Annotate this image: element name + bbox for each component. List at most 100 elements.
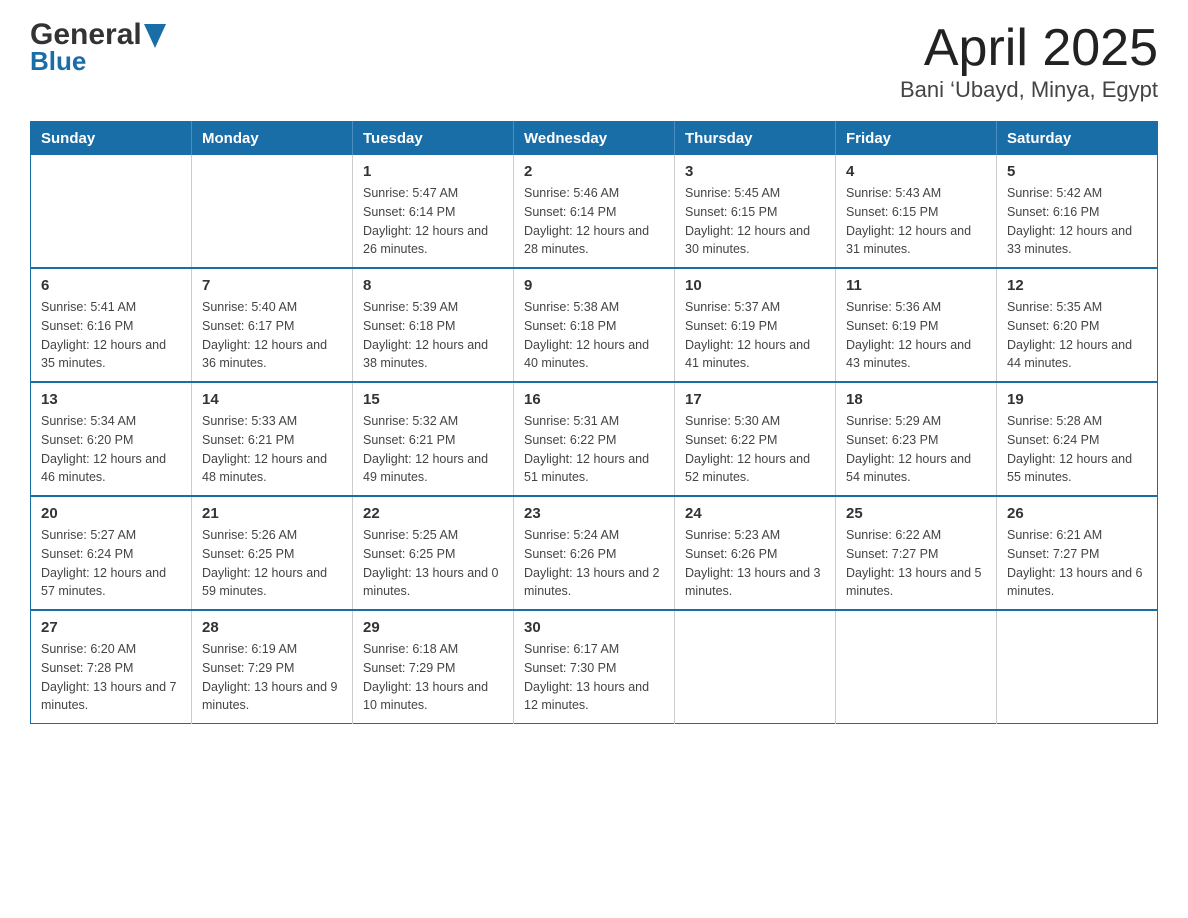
day-info: Sunrise: 5:26 AMSunset: 6:25 PMDaylight:… [202,526,342,601]
day-info: Sunrise: 5:35 AMSunset: 6:20 PMDaylight:… [1007,298,1147,373]
day-number: 26 [1007,505,1147,522]
day-info: Sunrise: 5:37 AMSunset: 6:19 PMDaylight:… [685,298,825,373]
calendar-day-cell: 16 Sunrise: 5:31 AMSunset: 6:22 PMDayligh… [514,382,675,496]
day-info: Sunrise: 5:30 AMSunset: 6:22 PMDaylight:… [685,412,825,487]
calendar-day-cell: 14Sunrise: 5:33 AMSunset: 6:21 PMDayligh… [192,382,353,496]
day-info: Sunrise: 5:34 AMSunset: 6:20 PMDaylight:… [41,412,181,487]
logo-blue-text: Blue [30,46,86,77]
day-info: Sunrise: 5:46 AMSunset: 6:14 PMDaylight:… [524,184,664,259]
calendar-day-cell: 22Sunrise: 5:25 AMSunset: 6:25 PMDayligh… [353,496,514,610]
day-info: Sunrise: 5:24 AMSunset: 6:26 PMDaylight:… [524,526,664,601]
calendar-day-cell [192,155,353,268]
calendar-table: SundayMondayTuesdayWednesdayThursdayFrid… [30,121,1158,724]
calendar-day-cell: 28 Sunrise: 6:19 AMSunset: 7:29 PMDayligh… [192,610,353,724]
day-of-week-header: Saturday [997,122,1158,156]
calendar-day-cell: 24 Sunrise: 5:23 AMSunset: 6:26 PMDayligh… [675,496,836,610]
calendar-week-row: 1Sunrise: 5:47 AMSunset: 6:14 PMDaylight… [31,155,1158,268]
day-number: 6 [41,277,181,294]
day-number: 4 [846,163,986,180]
calendar-day-cell: 9Sunrise: 5:38 AMSunset: 6:18 PMDaylight… [514,268,675,382]
calendar-day-cell: 25Sunrise: 6:22 AMSunset: 7:27 PMDayligh… [836,496,997,610]
day-info: Sunrise: 5:33 AMSunset: 6:21 PMDaylight:… [202,412,342,487]
page-header: General Blue April 2025 Bani ‘Ubayd, Min… [30,20,1158,103]
day-number: 16 [524,391,664,408]
days-of-week-row: SundayMondayTuesdayWednesdayThursdayFrid… [31,122,1158,156]
day-number: 30 [524,619,664,636]
calendar-week-row: 13 Sunrise: 5:34 AMSunset: 6:20 PMDayligh… [31,382,1158,496]
day-info: Sunrise: 5:41 AMSunset: 6:16 PMDaylight:… [41,298,181,373]
day-number: 18 [846,391,986,408]
calendar-day-cell: 26 Sunrise: 6:21 AMSunset: 7:27 PMDayligh… [997,496,1158,610]
calendar-day-cell: 17 Sunrise: 5:30 AMSunset: 6:22 PMDayligh… [675,382,836,496]
calendar-week-row: 6 Sunrise: 5:41 AMSunset: 6:16 PMDaylight… [31,268,1158,382]
calendar-day-cell: 18Sunrise: 5:29 AMSunset: 6:23 PMDayligh… [836,382,997,496]
day-info: Sunrise: 5:39 AMSunset: 6:18 PMDaylight:… [363,298,503,373]
day-number: 23 [524,505,664,522]
day-number: 7 [202,277,342,294]
calendar-day-cell: 21 Sunrise: 5:26 AMSunset: 6:25 PMDayligh… [192,496,353,610]
calendar-week-row: 20Sunrise: 5:27 AMSunset: 6:24 PMDayligh… [31,496,1158,610]
day-info: Sunrise: 5:43 AMSunset: 6:15 PMDaylight:… [846,184,986,259]
calendar-day-cell: 29 Sunrise: 6:18 AMSunset: 7:29 PMDayligh… [353,610,514,724]
calendar-day-cell: 15 Sunrise: 5:32 AMSunset: 6:21 PMDayligh… [353,382,514,496]
day-info: Sunrise: 5:36 AMSunset: 6:19 PMDaylight:… [846,298,986,373]
calendar-day-cell: 12 Sunrise: 5:35 AMSunset: 6:20 PMDayligh… [997,268,1158,382]
day-info: Sunrise: 5:47 AMSunset: 6:14 PMDaylight:… [363,184,503,259]
calendar-body: 1Sunrise: 5:47 AMSunset: 6:14 PMDaylight… [31,155,1158,724]
day-number: 27 [41,619,181,636]
day-number: 20 [41,505,181,522]
day-number: 24 [685,505,825,522]
day-info: Sunrise: 5:45 AMSunset: 6:15 PMDaylight:… [685,184,825,259]
day-number: 28 [202,619,342,636]
day-info: Sunrise: 5:23 AMSunset: 6:26 PMDaylight:… [685,526,825,601]
day-info: Sunrise: 5:38 AMSunset: 6:18 PMDaylight:… [524,298,664,373]
title-block: April 2025 Bani ‘Ubayd, Minya, Egypt [900,20,1158,103]
day-info: Sunrise: 5:31 AMSunset: 6:22 PMDaylight:… [524,412,664,487]
calendar-day-cell: 3 Sunrise: 5:45 AMSunset: 6:15 PMDaylight… [675,155,836,268]
day-number: 2 [524,163,664,180]
day-info: Sunrise: 6:21 AMSunset: 7:27 PMDaylight:… [1007,526,1147,601]
day-number: 11 [846,277,986,294]
calendar-day-cell: 2 Sunrise: 5:46 AMSunset: 6:14 PMDaylight… [514,155,675,268]
calendar-day-cell [836,610,997,724]
calendar-day-cell [997,610,1158,724]
calendar-title: April 2025 [900,20,1158,77]
day-of-week-header: Monday [192,122,353,156]
day-info: Sunrise: 6:17 AMSunset: 7:30 PMDaylight:… [524,640,664,715]
day-number: 21 [202,505,342,522]
calendar-day-cell: 13 Sunrise: 5:34 AMSunset: 6:20 PMDayligh… [31,382,192,496]
calendar-header: SundayMondayTuesdayWednesdayThursdayFrid… [31,122,1158,156]
day-info: Sunrise: 5:28 AMSunset: 6:24 PMDaylight:… [1007,412,1147,487]
day-number: 13 [41,391,181,408]
day-of-week-header: Thursday [675,122,836,156]
day-info: Sunrise: 6:18 AMSunset: 7:29 PMDaylight:… [363,640,503,715]
calendar-day-cell: 10 Sunrise: 5:37 AMSunset: 6:19 PMDayligh… [675,268,836,382]
day-number: 17 [685,391,825,408]
day-info: Sunrise: 5:42 AMSunset: 6:16 PMDaylight:… [1007,184,1147,259]
day-number: 8 [363,277,503,294]
logo: General Blue [30,20,166,77]
calendar-day-cell: 20Sunrise: 5:27 AMSunset: 6:24 PMDayligh… [31,496,192,610]
calendar-day-cell: 19 Sunrise: 5:28 AMSunset: 6:24 PMDayligh… [997,382,1158,496]
day-number: 3 [685,163,825,180]
calendar-day-cell: 1Sunrise: 5:47 AMSunset: 6:14 PMDaylight… [353,155,514,268]
day-of-week-header: Friday [836,122,997,156]
day-info: Sunrise: 6:19 AMSunset: 7:29 PMDaylight:… [202,640,342,715]
logo-triangle-icon [144,24,166,48]
day-number: 12 [1007,277,1147,294]
day-info: Sunrise: 5:32 AMSunset: 6:21 PMDaylight:… [363,412,503,487]
day-of-week-header: Tuesday [353,122,514,156]
calendar-day-cell [31,155,192,268]
day-info: Sunrise: 6:22 AMSunset: 7:27 PMDaylight:… [846,526,986,601]
day-of-week-header: Wednesday [514,122,675,156]
calendar-day-cell: 23 Sunrise: 5:24 AMSunset: 6:26 PMDayligh… [514,496,675,610]
calendar-day-cell: 8 Sunrise: 5:39 AMSunset: 6:18 PMDaylight… [353,268,514,382]
day-number: 19 [1007,391,1147,408]
day-of-week-header: Sunday [31,122,192,156]
day-number: 29 [363,619,503,636]
day-info: Sunrise: 6:20 AMSunset: 7:28 PMDaylight:… [41,640,181,715]
day-number: 15 [363,391,503,408]
calendar-week-row: 27 Sunrise: 6:20 AMSunset: 7:28 PMDayligh… [31,610,1158,724]
day-number: 10 [685,277,825,294]
day-number: 22 [363,505,503,522]
